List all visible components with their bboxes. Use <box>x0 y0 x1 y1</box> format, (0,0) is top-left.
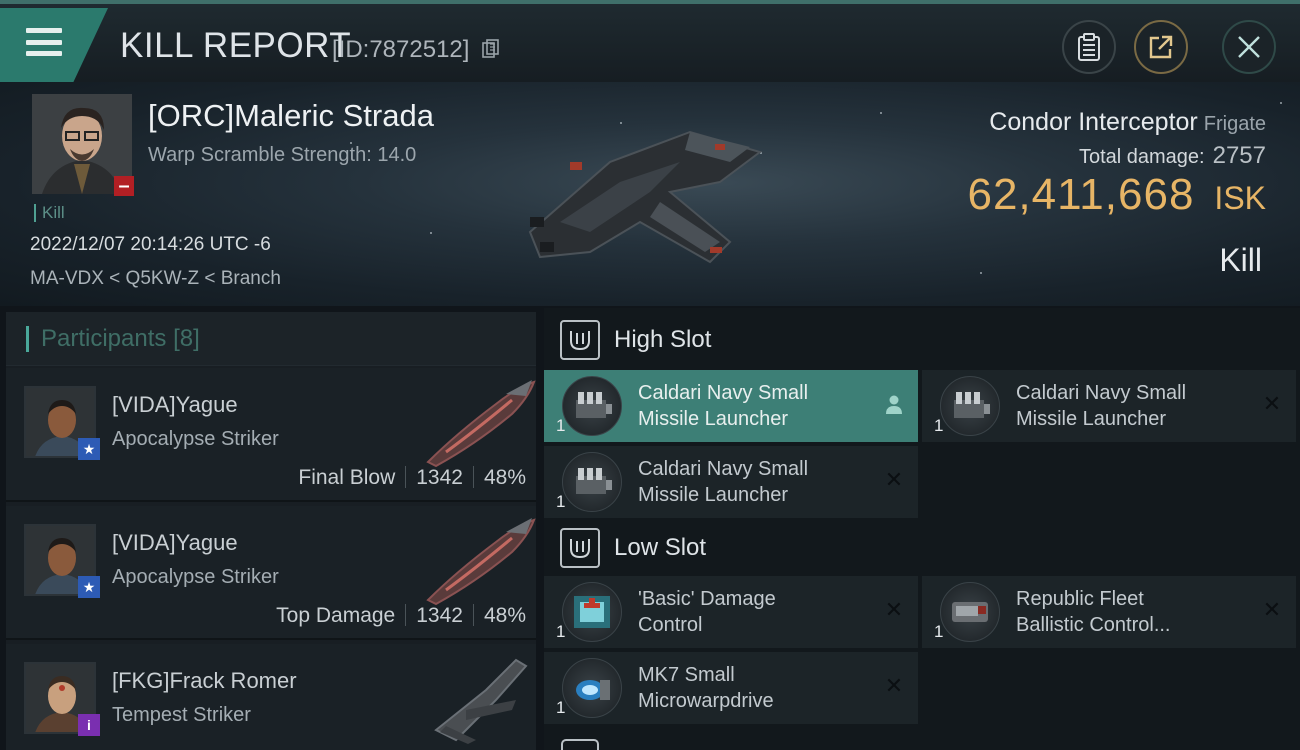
destroyed-x-icon: ✕ <box>884 673 904 698</box>
hamburger-icon <box>26 28 62 56</box>
kill-tag: Kill <box>34 204 65 222</box>
destroyed-x-icon: ✕ <box>884 467 904 492</box>
missile-launcher-icon <box>562 376 622 436</box>
ship-name[interactable]: Condor Interceptor Frigate <box>989 108 1266 137</box>
warp-scramble-strength: Warp Scramble Strength: 14.0 <box>148 144 417 166</box>
module-name: Caldari Navy Small Missile Launcher <box>638 458 809 506</box>
participant-stats: Final Blow 1342 48% <box>298 466 526 490</box>
module-qty: 1 <box>934 416 944 435</box>
share-icon <box>1149 35 1173 59</box>
participant-ship-icon <box>426 380 536 468</box>
kill-type: Kill <box>1219 242 1262 278</box>
participant-ship: Tempest Striker <box>112 704 251 726</box>
high-slot-header: High Slot <box>544 310 1300 370</box>
module-name: MK7 Small Microwarpdrive <box>638 664 774 712</box>
ship-render <box>528 130 763 264</box>
participant-row[interactable]: i [FKG]Frack Romer Tempest Striker <box>6 644 536 750</box>
participants-panel: Participants [8] ★ [VIDA]Yague Apocalyps… <box>6 312 536 750</box>
close-button[interactable] <box>1222 20 1276 74</box>
close-icon <box>1238 36 1260 58</box>
module-item[interactable]: 1 'Basic' Damage Control ✕ <box>544 576 918 648</box>
clipboard-icon <box>1078 33 1100 61</box>
module-item[interactable]: 1 Caldari Navy Small Missile Launcher ✕ <box>922 370 1296 442</box>
person-icon[interactable] <box>882 392 906 416</box>
header-bar: KILL REPORT [ID:7872512] <box>0 0 1300 82</box>
participant-name: [VIDA]Yague <box>112 530 238 555</box>
module-name: 'Basic' Damage Control <box>638 588 776 636</box>
participant-damage: 1342 <box>416 604 463 627</box>
participants-header: Participants [8] <box>6 312 536 366</box>
hostile-badge: – <box>114 176 134 196</box>
participant-row[interactable]: ★ [VIDA]Yague Apocalypse Striker Top Dam… <box>6 506 536 640</box>
participant-name: [VIDA]Yague <box>112 392 238 417</box>
report-id: [ID:7872512] <box>332 36 470 63</box>
isk-unit: ISK <box>1214 180 1266 216</box>
clipboard-button[interactable] <box>1062 20 1116 74</box>
low-slot-header: Low Slot <box>544 518 1300 578</box>
participant-ship-icon <box>426 518 536 606</box>
high-slot-icon <box>560 320 600 360</box>
module-item[interactable]: 1 Caldari Navy Small Missile Launcher ✕ <box>544 446 918 518</box>
missile-launcher-icon <box>940 376 1000 436</box>
participant-damage: 1342 <box>416 466 463 489</box>
module-qty: 1 <box>556 622 566 641</box>
module-name: Caldari Navy Small Missile Launcher <box>1016 382 1187 430</box>
star-badge-icon: ★ <box>78 576 100 598</box>
fitting-panel: High Slot 1 Caldari Navy Small Missile La… <box>544 308 1300 750</box>
total-damage-label: Total damage: <box>1078 146 1205 168</box>
star-badge-icon: ★ <box>78 438 100 460</box>
participant-percent: 48% <box>483 604 526 627</box>
participant-role: Top Damage <box>276 604 396 627</box>
participants-title: Participants [8] <box>26 326 200 352</box>
missile-launcher-icon <box>562 452 622 512</box>
module-item[interactable]: 1 Republic Fleet Ballistic Control... ✕ <box>922 576 1296 648</box>
victim-banner: – [ORC]Maleric Strada Warp Scramble Stre… <box>0 82 1300 306</box>
kill-location[interactable]: MA-VDX < Q5KW-Z < Branch <box>30 268 281 290</box>
module-name: Republic Fleet Ballistic Control... <box>1016 588 1171 636</box>
kill-datetime: 2022/12/07 20:14:26 UTC -6 <box>30 234 271 255</box>
copy-icon[interactable] <box>482 39 500 59</box>
microwarpdrive-icon <box>562 658 622 718</box>
module-item[interactable]: 1 MK7 Small Microwarpdrive ✕ <box>544 652 918 724</box>
participants-count: [8] <box>173 325 200 352</box>
participant-ship-icon <box>434 658 528 744</box>
participant-percent: 48% <box>483 466 526 489</box>
isk-amount: 62,411,668 <box>967 170 1195 219</box>
participant-ship: Apocalypse Striker <box>112 566 279 588</box>
low-slot-title: Low Slot <box>614 534 707 561</box>
module-qty: 1 <box>934 622 944 641</box>
page-title: KILL REPORT <box>120 26 352 65</box>
kill-report-window: KILL REPORT [ID:7872512] – [ORC]Maleric … <box>0 0 1300 750</box>
participant-row[interactable]: ★ [VIDA]Yague Apocalypse Striker Final B… <box>6 368 536 502</box>
ballistic-control-icon <box>940 582 1000 642</box>
total-damage-value: 2757 <box>1212 142 1266 169</box>
info-badge-icon: i <box>78 714 100 736</box>
destroyed-x-icon: ✕ <box>884 597 904 622</box>
low-slot-icon <box>560 528 600 568</box>
ship-name-text: Condor Interceptor <box>989 108 1198 136</box>
module-qty: 1 <box>556 698 566 717</box>
participants-label: Participants <box>41 325 167 352</box>
mid-slot-icon <box>560 738 600 750</box>
ship-class: Frigate <box>1203 113 1266 135</box>
high-slot-title: High Slot <box>614 326 712 353</box>
isk-value: 62,411,668 ISK <box>967 170 1266 220</box>
damage-control-icon <box>562 582 622 642</box>
menu-button[interactable] <box>0 8 108 82</box>
share-button[interactable] <box>1134 20 1188 74</box>
module-qty: 1 <box>556 416 566 435</box>
destroyed-x-icon: ✕ <box>1262 391 1282 416</box>
participant-name: [FKG]Frack Romer <box>112 668 297 693</box>
total-damage: Total damage: 2757 <box>1079 142 1266 170</box>
module-name: Caldari Navy Small Missile Launcher <box>638 382 809 430</box>
module-item[interactable]: 1 Caldari Navy Small Missile Launcher <box>544 370 918 442</box>
participant-ship: Apocalypse Striker <box>112 428 279 450</box>
participant-stats: Top Damage 1342 48% <box>276 604 526 628</box>
destroyed-x-icon: ✕ <box>1262 597 1282 622</box>
victim-name[interactable]: [ORC]Maleric Strada <box>148 98 434 134</box>
module-qty: 1 <box>556 492 566 511</box>
participant-role: Final Blow <box>298 466 396 489</box>
